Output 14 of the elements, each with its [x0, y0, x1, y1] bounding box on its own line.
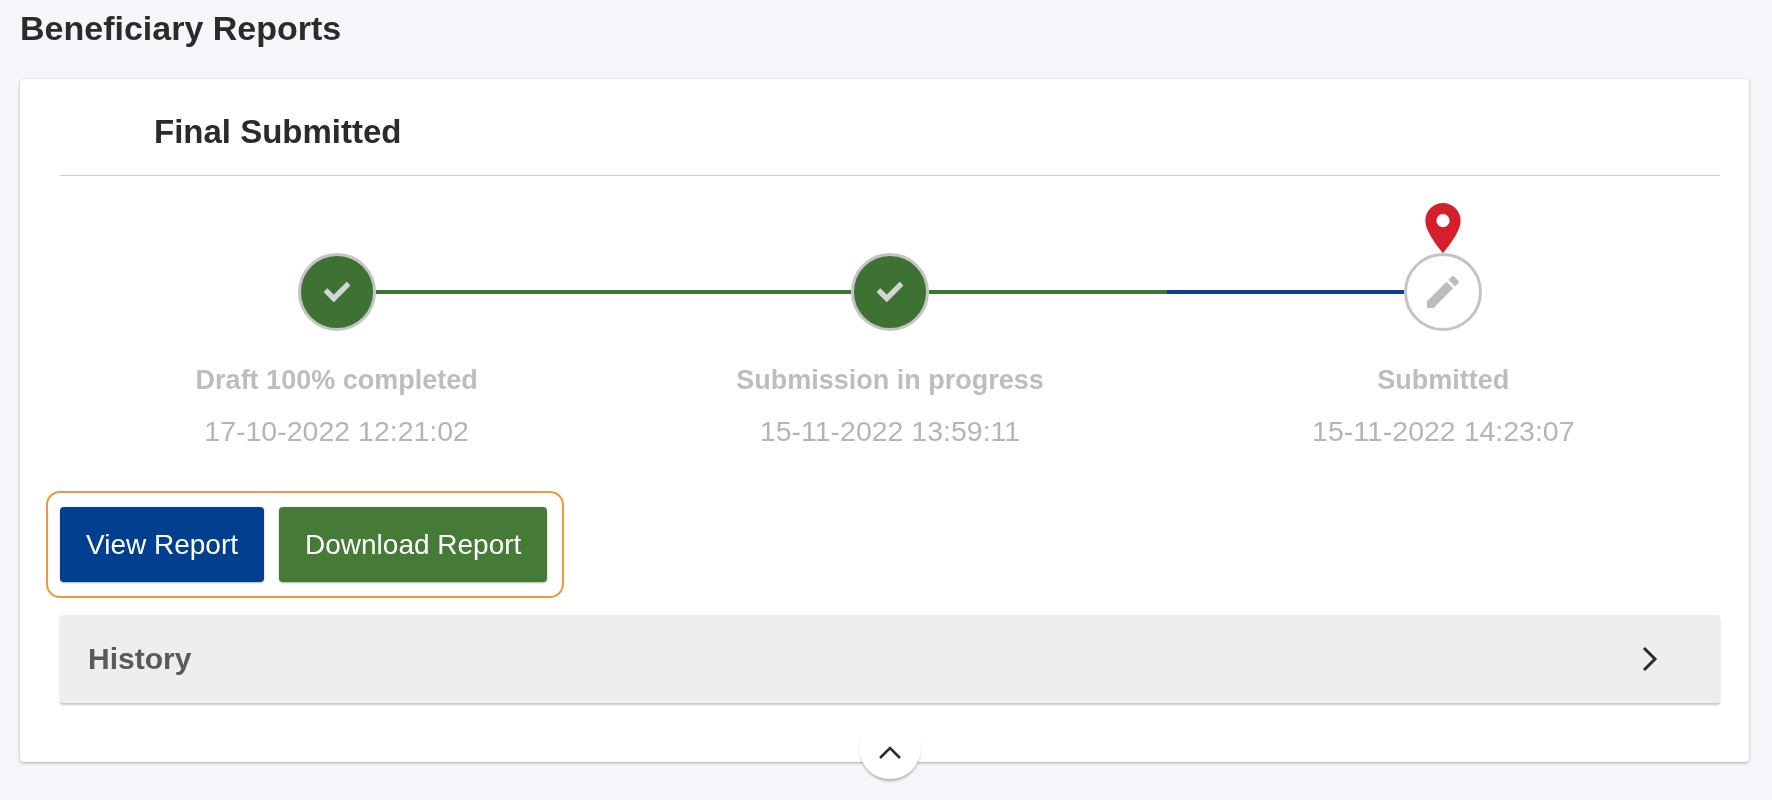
step-date: 15-11-2022 14:23:07	[1312, 415, 1575, 447]
view-button[interactable]: View Report	[60, 507, 264, 582]
pencil-icon	[1427, 276, 1460, 308]
check-icon	[877, 282, 903, 302]
page-title: Beneficiary Reports	[20, 8, 343, 48]
card-title: Final Submitted	[154, 112, 403, 152]
download-button[interactable]: Download Report	[279, 507, 548, 582]
step-date: 15-11-2022 13:59:11	[759, 415, 1021, 447]
step-label: Submission in progress	[736, 364, 1044, 396]
step-label: Submitted	[1377, 364, 1510, 396]
step-date: 17-10-2022 12:21:02	[204, 415, 469, 447]
check-icon	[323, 282, 350, 302]
history-expander[interactable]: History	[60, 615, 1720, 703]
step-label: Draft 100% completed	[195, 364, 478, 396]
